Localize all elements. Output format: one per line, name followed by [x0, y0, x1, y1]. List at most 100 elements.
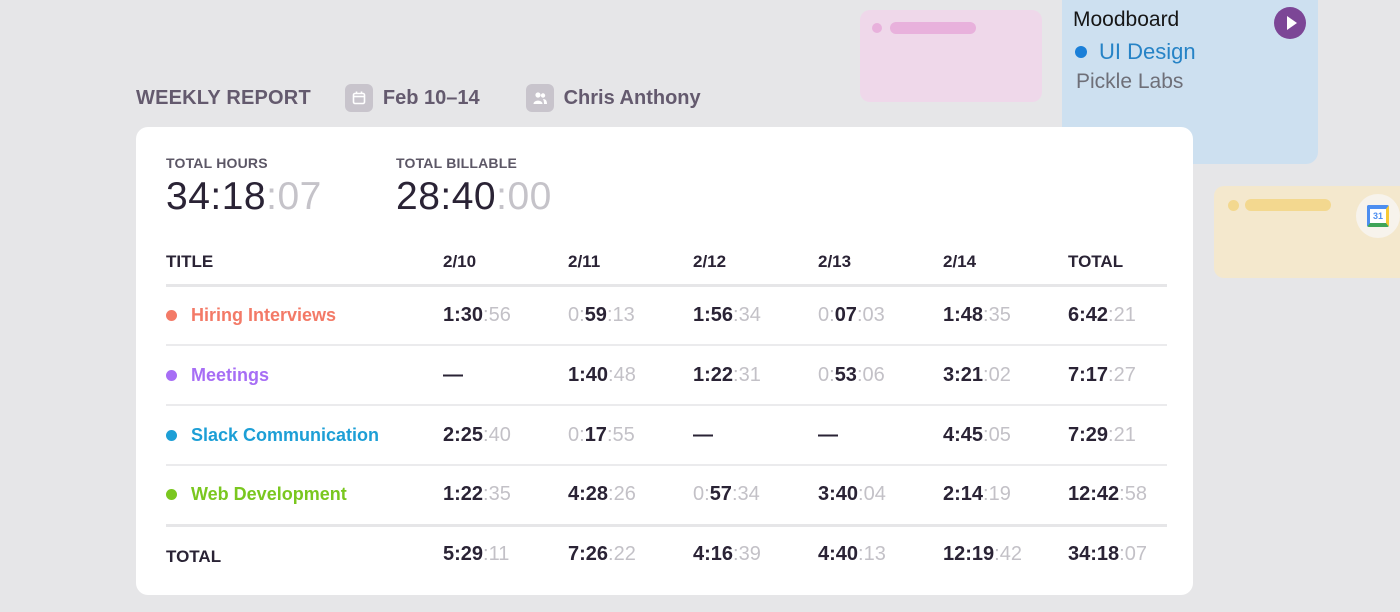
- time-value: 2:25:40: [443, 423, 511, 446]
- task-title-label: Hiring Interviews: [191, 304, 337, 325]
- day-time-cell: 1:22:31: [693, 345, 818, 406]
- task-color-dot: [166, 429, 177, 441]
- task-title[interactable]: Web Development: [166, 484, 443, 505]
- time-value: 1:30:56: [443, 303, 511, 326]
- time-value: 12:19:42: [943, 543, 1022, 566]
- time-value: 4:16:39: [693, 543, 761, 566]
- day-time-cell: 1:48:35: [943, 285, 1068, 346]
- placeholder-bar: [890, 22, 976, 34]
- entry-project: UI Design: [1075, 39, 1196, 65]
- day-total-cell: 7:26:22: [568, 525, 693, 583]
- date-range-label: Feb 10–14: [382, 86, 480, 109]
- task-color-dot: [166, 369, 177, 381]
- day-time-cell: —: [693, 405, 818, 466]
- task-title[interactable]: Meetings: [166, 365, 443, 386]
- column-header-day[interactable]: 2/11: [568, 241, 693, 287]
- time-value: 3:21:02: [943, 363, 1011, 386]
- day-total-cell: 12:19:42: [943, 525, 1068, 583]
- time-value: 7:29:21: [1068, 423, 1136, 446]
- time-value: 0:17:55: [568, 423, 635, 446]
- time-value: 4:40:13: [818, 543, 886, 566]
- placeholder-dot: [872, 23, 882, 33]
- placeholder-time-entry-card-yellow: 31: [1214, 186, 1400, 278]
- time-value: 0:53:06: [818, 363, 885, 386]
- empty-dash: —: [818, 423, 838, 446]
- day-time-cell: 4:45:05: [943, 405, 1068, 466]
- google-calendar-badge: 31: [1356, 194, 1400, 238]
- time-value: 2:14:19: [943, 483, 1011, 506]
- task-title[interactable]: Slack Communication: [166, 425, 443, 446]
- time-value: 0:57:34: [693, 483, 760, 506]
- task-cell: Hiring Interviews: [166, 285, 443, 346]
- time-value: 7:26:22: [568, 543, 636, 566]
- placeholder-dot: [1228, 200, 1239, 211]
- total-hours-stat: TOTAL HOURS 34:18:07: [166, 155, 322, 219]
- total-billable-stat: TOTAL BILLABLE 28:40:00: [396, 155, 552, 219]
- table-row[interactable]: Web Development 1:22:35 4:28:26 0:57:34 3:40…: [166, 465, 1167, 527]
- day-total-cell: 4:40:13: [818, 525, 943, 583]
- row-total-cell: 7:17:27: [1068, 345, 1167, 406]
- task-cell: Meetings: [166, 345, 443, 406]
- total-hours-label: TOTAL HOURS: [166, 155, 268, 171]
- column-header-day[interactable]: 2/12: [693, 241, 818, 287]
- table-row[interactable]: Hiring Interviews 1:30:56 0:59:13 1:56:34 0:…: [166, 285, 1167, 346]
- day-time-cell: 1:30:56: [443, 285, 568, 346]
- day-time-cell: 0:59:13: [568, 285, 693, 346]
- day-time-cell: 0:53:06: [818, 345, 943, 406]
- task-cell: Web Development: [166, 465, 443, 527]
- user-name: Chris Anthony: [563, 86, 701, 109]
- time-value: 3:40:04: [818, 483, 886, 506]
- weekly-report-card: TOTAL HOURS 34:18:07 TOTAL BILLABLE 28:4…: [136, 127, 1193, 595]
- time-value: 6:42:21: [1068, 303, 1136, 326]
- empty-dash: —: [693, 423, 713, 446]
- column-header-day[interactable]: 2/10: [443, 241, 568, 287]
- task-title-label: Slack Communication: [191, 424, 380, 445]
- users-icon: [525, 84, 554, 112]
- time-value: 0:59:13: [568, 303, 635, 326]
- placeholder-bar: [1245, 199, 1331, 211]
- column-header-total[interactable]: TOTAL: [1068, 241, 1167, 287]
- task-title[interactable]: Hiring Interviews: [166, 305, 443, 326]
- user-selector[interactable]: Chris Anthony: [525, 84, 701, 112]
- report-title: WEEKLY REPORT: [136, 86, 311, 109]
- row-total-cell: 6:42:21: [1068, 285, 1167, 346]
- stage: Moodboard UI Design Pickle Labs 31 WEEKL…: [0, 0, 1400, 612]
- total-billable-value: 28:40:00: [396, 175, 552, 218]
- time-value: 34:18:07: [1068, 543, 1147, 566]
- empty-dash: —: [443, 363, 463, 386]
- day-time-cell: 1:22:35: [443, 465, 568, 527]
- column-header-day[interactable]: 2/13: [818, 241, 943, 287]
- entry-title: Moodboard: [1073, 8, 1180, 31]
- placeholder-time-entry-card-pink: [860, 10, 1042, 102]
- time-value: 1:40:48: [568, 363, 636, 386]
- table-total-row: TOTAL 5:29:11 7:26:22 4:16:39 4:40:13 12:19:…: [166, 525, 1167, 583]
- time-value: 7:17:27: [1068, 363, 1136, 386]
- task-title-label: Meetings: [191, 364, 270, 385]
- time-value: 5:29:11: [443, 543, 510, 566]
- table-header-row: TITLE 2/10 2/11 2/12 2/13 2/14 TOTAL: [166, 241, 1167, 287]
- entry-project-name: UI Design: [1099, 39, 1196, 64]
- day-time-cell: 3:21:02: [943, 345, 1068, 406]
- day-time-cell: 0:07:03: [818, 285, 943, 346]
- column-header-day[interactable]: 2/14: [943, 241, 1068, 287]
- table-row[interactable]: Slack Communication 2:25:40 0:17:55 — — 4:45:…: [166, 405, 1167, 466]
- column-header-title[interactable]: TITLE: [166, 241, 443, 287]
- calendar-icon: [344, 84, 373, 112]
- total-row-label: TOTAL: [166, 546, 222, 566]
- task-title-label: Web Development: [191, 484, 347, 505]
- day-time-cell: 0:57:34: [693, 465, 818, 527]
- day-time-cell: 4:28:26: [568, 465, 693, 527]
- total-billable-label: TOTAL BILLABLE: [396, 155, 518, 171]
- time-value: 12:42:58: [1068, 483, 1147, 506]
- day-total-cell: 4:16:39: [693, 525, 818, 583]
- time-value: 1:48:35: [943, 303, 1011, 326]
- time-value: 4:28:26: [568, 483, 636, 506]
- grand-total-cell: 34:18:07: [1068, 525, 1167, 583]
- date-range-selector[interactable]: Feb 10–14: [344, 84, 480, 112]
- play-icon[interactable]: [1274, 7, 1306, 39]
- day-time-cell: 1:40:48: [568, 345, 693, 406]
- time-value: 1:22:35: [443, 483, 511, 506]
- table-row[interactable]: Meetings — 1:40:48 1:22:31 0:53:06 3:21:02 7:1…: [166, 345, 1167, 406]
- day-time-cell: —: [818, 405, 943, 466]
- time-value: 1:56:34: [693, 303, 761, 326]
